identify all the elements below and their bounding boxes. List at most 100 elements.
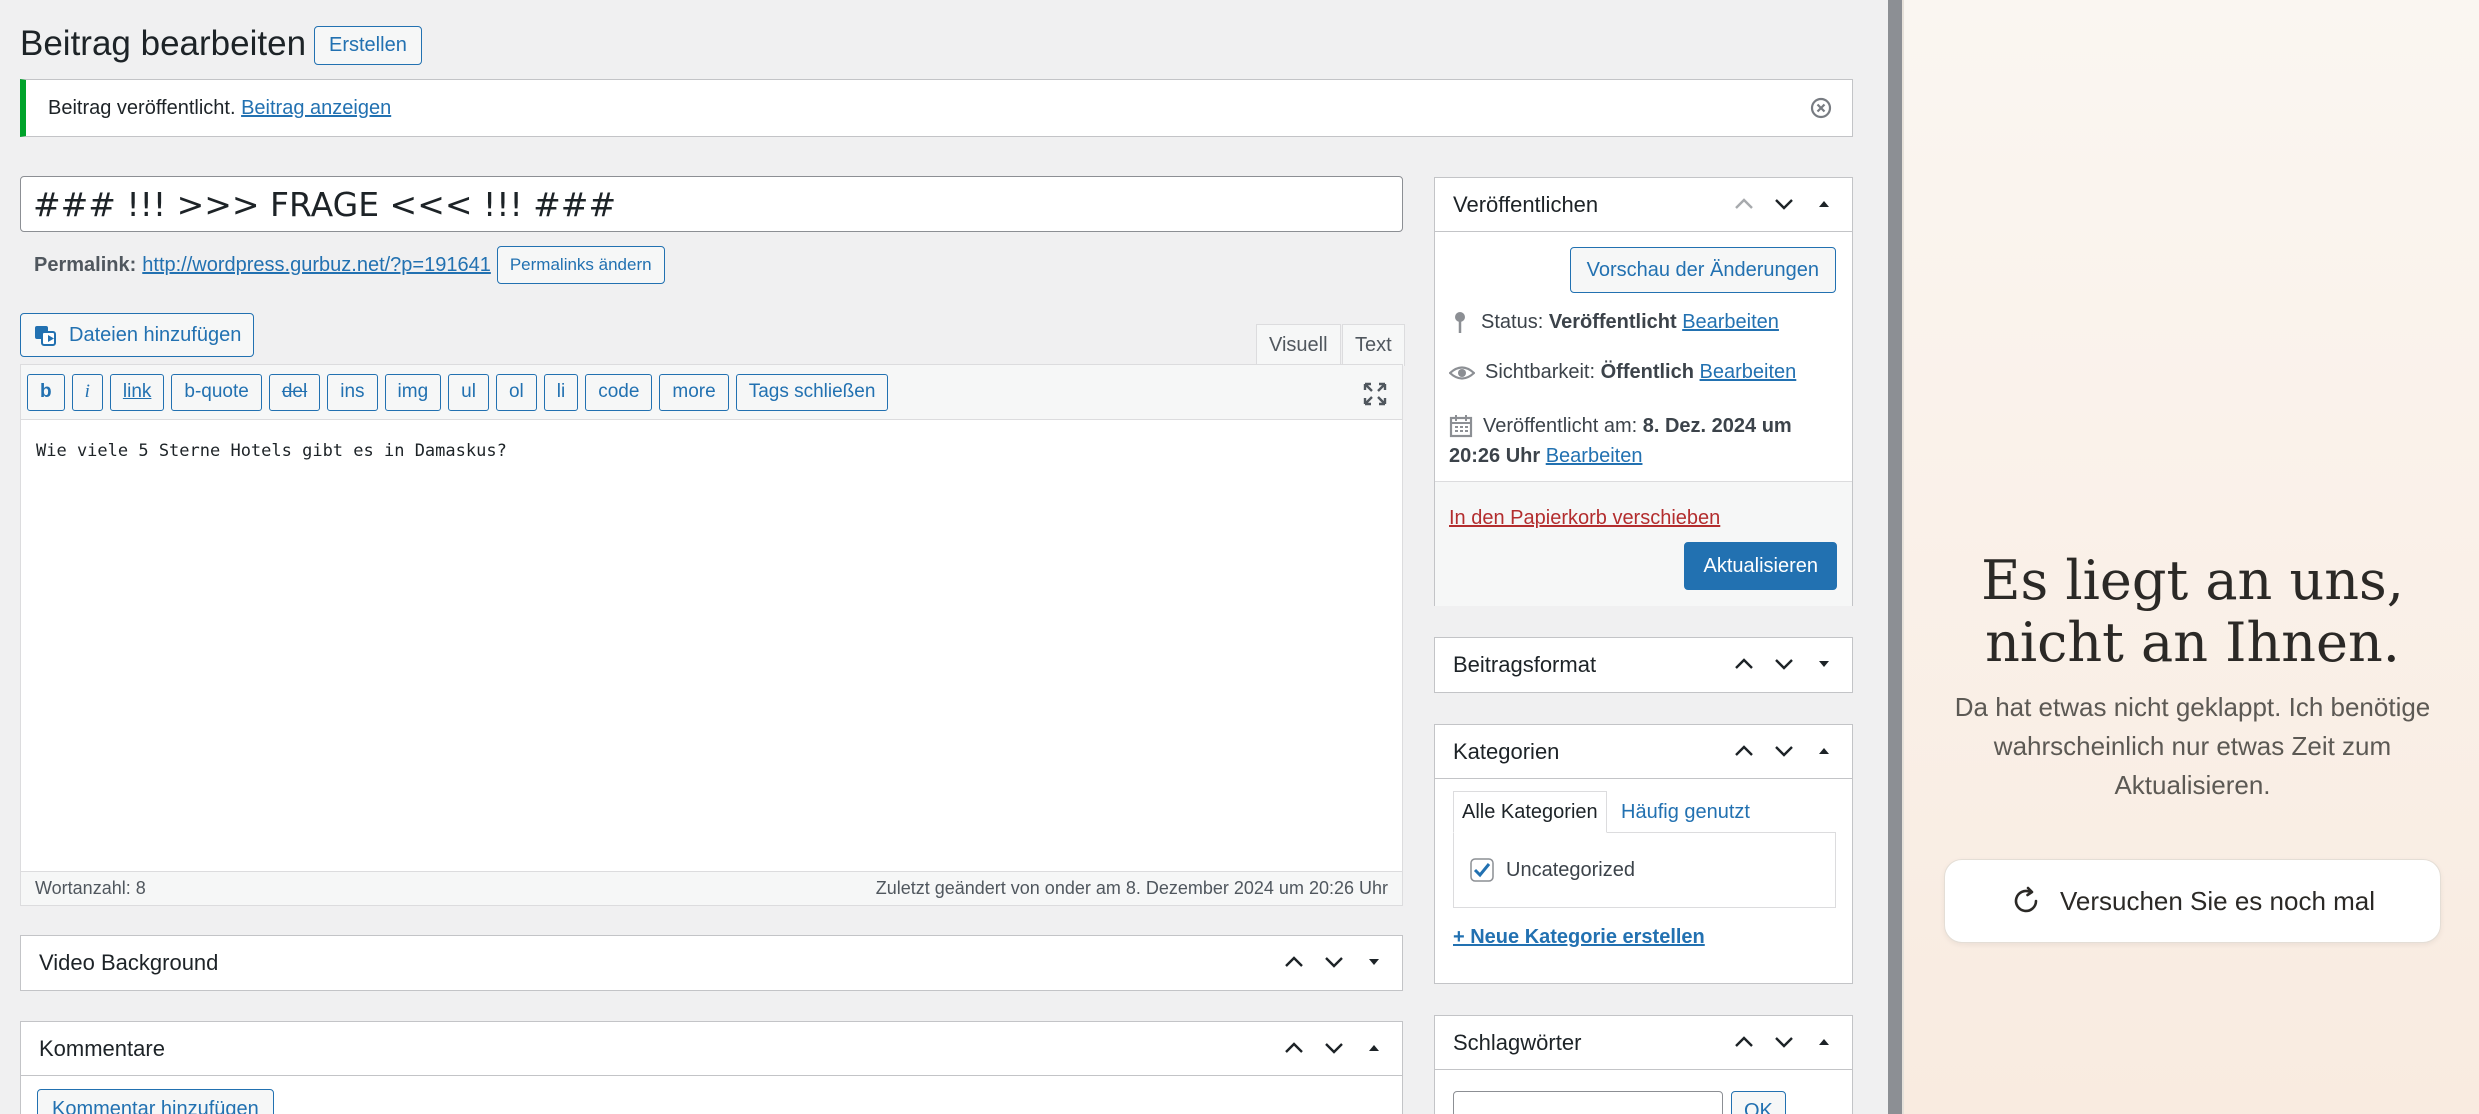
add-media-label: Dateien hinzufügen [69,323,242,346]
qt-blockquote-button[interactable]: b-quote [171,373,262,411]
box-controls [1732,739,1836,763]
qt-italic-button[interactable]: i [71,373,103,411]
toggle-up-icon[interactable] [1812,1030,1836,1054]
error-side-panel: Es liegt an uns, nicht an Ihnen. Da hat … [1902,0,2479,1114]
visibility-row: Sichtbarkeit: Öffentlich Bearbeiten [1449,361,1796,384]
error-message: Da hat etwas nicht geklappt. Ich benötig… [1954,692,2431,800]
retry-label: Versuchen Sie es noch mal [2059,885,2376,916]
add-media-button[interactable]: Dateien hinzufügen [20,313,255,357]
page-title: Beitrag bearbeiten [20,24,307,63]
add-tag-button[interactable]: OK [1731,1091,1786,1114]
toggle-down-icon[interactable] [1812,652,1836,676]
qt-more-button[interactable]: more [659,373,729,411]
qt-ins-button[interactable]: ins [327,373,378,411]
edit-status-link[interactable]: Bearbeiten [1682,311,1779,333]
close-icon[interactable] [1810,97,1832,119]
post-title-input[interactable]: ### !!! >>> FRAGE <<< !!! ### [20,176,1403,232]
category-list: Uncategorized [1453,832,1836,908]
tab-popular-categories[interactable]: Häufig genutzt [1613,791,1758,833]
box-controls [1282,1036,1386,1060]
qt-code-button[interactable]: code [585,373,653,411]
add-comment-button[interactable]: Kommentar hinzufügen [37,1089,274,1114]
edit-permalink-button[interactable]: Permalinks ändern [496,246,665,284]
chevron-up-icon[interactable] [1732,1030,1756,1054]
comments-box: Kommentare Kommentar hinzufügen [20,1021,1403,1114]
chevron-up-icon[interactable] [1732,192,1756,216]
fullscreen-icon[interactable] [1362,381,1388,407]
toggle-up-icon[interactable] [1362,1036,1386,1060]
trash-link[interactable]: In den Papierkorb verschieben [1449,507,1720,530]
last-edited: Zuletzt geändert von onder am 8. Dezembe… [875,878,1388,898]
video-background-title[interactable]: Video Background [21,936,1402,990]
box-controls [1732,652,1836,676]
chevron-up-icon[interactable] [1282,1036,1306,1060]
view-post-link[interactable]: Beitrag anzeigen [241,97,391,120]
checkbox-checked-icon[interactable] [1470,858,1494,882]
qt-img-button[interactable]: img [384,373,442,411]
chevron-down-icon[interactable] [1772,192,1796,216]
tag-input[interactable] [1453,1091,1723,1114]
category-item-label: Uncategorized [1506,858,1635,881]
permalink-url[interactable]: http://wordpress.gurbuz.net/?p=191641 [142,254,491,277]
toggle-up-icon[interactable] [1812,739,1836,763]
word-count: Wortanzahl: 8 [35,878,146,898]
edit-visibility-link[interactable]: Bearbeiten [1700,361,1797,383]
published-date-row: Veröffentlicht am: 8. Dez. 2024 um 20:26… [1449,411,1792,471]
chevron-down-icon[interactable] [1772,739,1796,763]
quicktags-toolbar: b i link b-quote del ins img ul ol li co… [21,365,1402,420]
update-button[interactable]: Aktualisieren [1684,542,1837,590]
qt-link-button[interactable]: link [109,373,165,411]
qt-ol-button[interactable]: ol [495,373,537,411]
calendar-icon [1449,415,1473,438]
comments-title[interactable]: Kommentare [21,1022,1402,1076]
notice-text: Beitrag veröffentlicht. [48,96,236,119]
chevron-up-icon[interactable] [1282,950,1306,974]
add-new-button[interactable]: Erstellen [314,26,422,65]
chevron-down-icon[interactable] [1322,1036,1346,1060]
visibility-label: Sichtbarkeit: [1485,361,1596,383]
tags-box: Schlagwörter OK [1434,1015,1853,1114]
qt-li-button[interactable]: li [543,373,579,411]
published-time: 20:26 Uhr [1449,445,1541,467]
publish-actions: In den Papierkorb verschieben Aktualisie… [1435,481,1852,606]
media-icon [35,326,56,346]
chevron-up-icon[interactable] [1732,652,1756,676]
toggle-up-icon[interactable] [1812,192,1836,216]
permalink-label: Permalink: [34,253,137,276]
chevron-up-icon[interactable] [1732,739,1756,763]
editor-status-bar: Wortanzahl: 8 Zuletzt geändert von onder… [21,871,1402,905]
eye-icon [1449,365,1475,380]
qt-close-tags-button[interactable]: Tags schließen [735,373,889,411]
toggle-down-icon[interactable] [1362,950,1386,974]
error-title: Es liegt an uns, nicht an Ihnen. [1904,550,2479,674]
qt-ul-button[interactable]: ul [448,373,489,411]
add-new-category-link[interactable]: + Neue Kategorie erstellen [1453,926,1705,949]
video-background-box: Video Background [20,935,1403,991]
published-date: 8. Dez. 2024 um [1642,415,1792,437]
chevron-down-icon[interactable] [1322,950,1346,974]
editor-content[interactable]: Wie viele 5 Sterne Hotels gibt es in Dam… [36,441,507,461]
permalink-row: Permalink: http://wordpress.gurbuz.net/?… [34,246,665,284]
chevron-down-icon[interactable] [1772,1030,1796,1054]
error-title-line-2: nicht an Ihnen. [1985,611,2400,674]
status-label: Status: [1481,310,1544,333]
tab-all-categories[interactable]: Alle Kategorien [1453,791,1607,833]
box-controls [1732,192,1836,216]
edit-date-link[interactable]: Bearbeiten [1546,445,1643,467]
chevron-down-icon[interactable] [1772,652,1796,676]
tab-text[interactable]: Text [1342,324,1405,366]
categories-box: Kategorien Alle Kategorien Häufig genutz… [1434,724,1853,984]
qt-bold-button[interactable]: b [27,373,65,411]
box-controls [1732,1030,1836,1054]
pin-icon [1455,312,1465,333]
retry-button[interactable]: Versuchen Sie es noch mal [1944,859,2441,943]
error-title-line-1: Es liegt an uns, [1981,549,2404,612]
qt-del-button[interactable]: del [268,373,321,411]
status-row: Status: Veröffentlicht Bearbeiten [1449,309,1779,335]
tab-visual[interactable]: Visuell [1256,324,1341,365]
refresh-icon [2014,886,2038,913]
preview-changes-button[interactable]: Vorschau der Änderungen [1569,247,1836,293]
panel-divider[interactable] [1888,0,1902,1114]
status-value: Veröffentlicht [1548,310,1677,333]
box-controls [1282,950,1386,974]
